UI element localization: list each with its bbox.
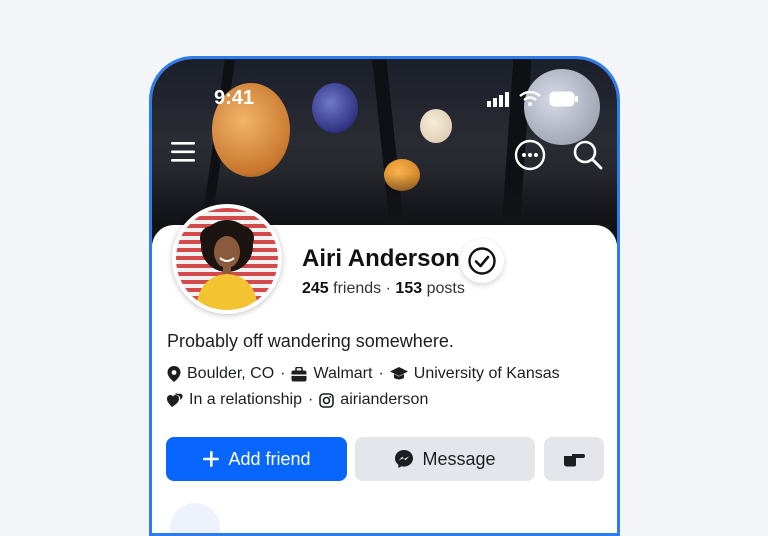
detail-education[interactable]: University of Kansas	[389, 365, 560, 383]
profile-stats: 245 friends · 153 posts	[302, 280, 465, 298]
detail-instagram[interactable]: airianderson	[319, 391, 428, 409]
lantern-white	[420, 109, 452, 143]
posts-label: posts	[426, 280, 465, 297]
detail-work[interactable]: Walmart	[291, 365, 372, 383]
stats-separator: ·	[385, 280, 391, 297]
pointing-hand-icon	[564, 454, 585, 467]
briefcase-icon	[291, 366, 307, 381]
add-friend-label: Add friend	[228, 448, 311, 469]
messenger-icon	[395, 450, 414, 468]
signal-icon	[487, 92, 509, 107]
detail-location[interactable]: Boulder, CO	[167, 365, 274, 383]
avatar[interactable]	[172, 204, 282, 314]
search-icon[interactable]	[572, 139, 604, 171]
profile-details-row-2: In a relationship · airianderson	[167, 391, 428, 409]
add-friend-button[interactable]: Add friend	[166, 437, 347, 481]
detail-relationship[interactable]: In a relationship	[167, 391, 302, 409]
instagram-text: airianderson	[340, 391, 429, 408]
avatar-photo	[176, 208, 278, 310]
message-button[interactable]: Message	[355, 437, 535, 481]
graduation-cap-icon	[389, 367, 408, 380]
instagram-icon	[319, 392, 335, 408]
verified-check-icon	[468, 247, 496, 275]
status-icons	[487, 91, 579, 107]
wifi-icon	[519, 91, 541, 106]
relationship-text: In a relationship	[189, 391, 302, 408]
detail-separator: ·	[378, 365, 384, 382]
plus-icon	[203, 451, 220, 467]
posts-count: 153	[395, 280, 423, 297]
detail-separator: ·	[307, 391, 314, 408]
profile-details-row-1: Boulder, CO · Walmart · University of Ka…	[167, 365, 560, 383]
menu-icon[interactable]	[170, 139, 196, 165]
verified-badge	[460, 239, 504, 283]
education-text: University of Kansas	[413, 365, 560, 382]
phone-frame: 9:41 Airi Anderson 245 friends · 153 pos…	[149, 56, 620, 536]
location-pin-icon	[167, 366, 181, 382]
detail-separator: ·	[280, 365, 286, 382]
person-illustration	[196, 220, 258, 310]
message-label: Message	[422, 448, 496, 469]
profile-name: Airi Anderson	[302, 245, 460, 272]
poke-button[interactable]	[544, 437, 604, 481]
location-text: Boulder, CO	[187, 365, 275, 382]
friends-label: friends	[333, 280, 382, 297]
battery-icon	[549, 91, 578, 107]
work-text: Walmart	[313, 365, 373, 382]
profile-bio: Probably off wandering somewhere.	[167, 331, 454, 351]
friends-count[interactable]: 245	[302, 280, 329, 297]
hearts-icon	[167, 392, 183, 407]
status-bar: 9:41	[152, 87, 617, 111]
status-time: 9:41	[214, 87, 255, 109]
more-options-icon[interactable]	[514, 139, 546, 171]
